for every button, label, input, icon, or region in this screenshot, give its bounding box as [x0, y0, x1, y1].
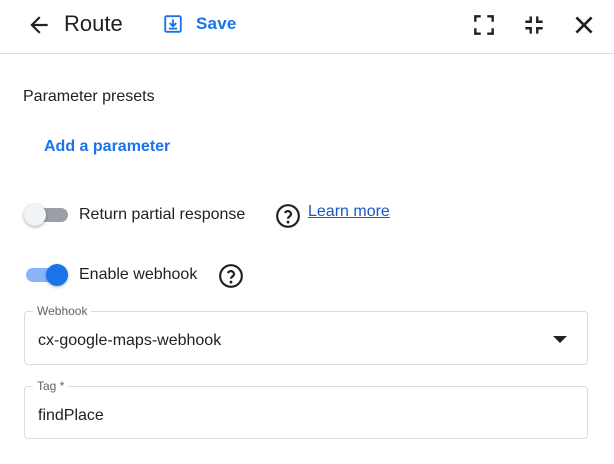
toggle-thumb — [24, 204, 46, 226]
section-title: Parameter presets — [23, 88, 155, 105]
help-icon[interactable] — [218, 263, 244, 289]
tag-field-label: Tag * — [33, 379, 69, 393]
back-arrow-icon[interactable] — [26, 12, 52, 38]
save-label: Save — [196, 14, 237, 33]
close-icon[interactable] — [571, 12, 597, 38]
partial-response-label: Return partial response — [79, 206, 246, 223]
webhook-field-label: Webhook — [33, 304, 92, 318]
route-panel: Route Save Parameter presets Add a param… — [0, 0, 614, 464]
toggle-thumb — [46, 264, 68, 286]
expand-icon[interactable] — [471, 12, 497, 38]
tag-input[interactable]: Tag * findPlace — [24, 379, 588, 439]
page-title: Route — [64, 11, 123, 36]
collapse-icon[interactable] — [521, 12, 547, 38]
help-icon[interactable] — [275, 203, 301, 229]
enable-webhook-label: Enable webhook — [79, 266, 198, 283]
panel-header: Route Save — [0, 0, 614, 54]
dropdown-arrow-icon — [553, 336, 567, 343]
learn-more-link[interactable]: Learn more — [308, 201, 390, 223]
webhook-select[interactable]: Webhook cx-google-maps-webhook — [24, 304, 588, 365]
tag-field-value: findPlace — [38, 407, 104, 424]
save-button[interactable]: Save — [162, 10, 237, 38]
enable-webhook-toggle[interactable] — [24, 262, 70, 288]
save-icon — [164, 15, 182, 33]
add-parameter-link[interactable]: Add a parameter — [44, 136, 170, 158]
partial-response-toggle[interactable] — [24, 202, 70, 228]
webhook-selected-value: cx-google-maps-webhook — [38, 332, 222, 349]
